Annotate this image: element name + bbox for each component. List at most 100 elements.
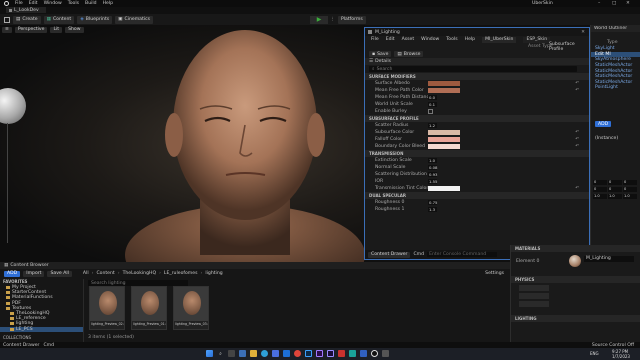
explorer-icon[interactable] — [250, 350, 257, 357]
property-value-field[interactable]: 0.93 — [428, 172, 437, 177]
menu-edit[interactable]: Edit — [29, 1, 38, 6]
cb-add-button[interactable]: ADD — [4, 270, 21, 277]
property-checkbox[interactable] — [428, 109, 433, 114]
reset-icon[interactable]: ↶ — [575, 88, 579, 93]
reset-icon[interactable]: ↶ — [575, 137, 579, 142]
details-section-header[interactable]: DUAL SPECULAR — [365, 192, 589, 199]
asset-thumbnail[interactable]: lighting_Preview_01.uasset — [131, 286, 167, 330]
cb-import-button[interactable]: Import — [23, 270, 45, 277]
create-button[interactable]: ▤ Create — [13, 15, 41, 24]
cb-save-all-button[interactable]: Save All — [47, 270, 72, 277]
chrome-icon[interactable] — [294, 350, 301, 357]
editor-menu-help[interactable]: Help — [465, 37, 475, 42]
lighting-section[interactable]: LIGHTING — [511, 315, 640, 322]
color-swatch[interactable] — [428, 186, 460, 191]
add-component-button[interactable]: ADD — [595, 121, 612, 127]
start-icon[interactable] — [206, 350, 213, 357]
folder-item[interactable]: LE_PCS — [0, 326, 83, 332]
transform-field[interactable]: 0 — [593, 180, 607, 185]
status-content-drawer[interactable]: Content Drawer — [3, 343, 39, 348]
asset-thumbnail[interactable]: lighting_Preview_03.uasset — [173, 286, 209, 330]
property-value-field[interactable]: 1.3 — [428, 207, 437, 212]
reset-icon[interactable]: ↶ — [575, 130, 579, 135]
editor-menu-tools[interactable]: Tools — [446, 37, 457, 42]
menu-window[interactable]: Window — [44, 1, 62, 6]
menu-tools[interactable]: Tools — [68, 1, 79, 6]
transform-field[interactable]: 0 — [623, 180, 637, 185]
status-cmd[interactable]: Cmd — [43, 343, 54, 348]
transform-field[interactable]: 1.0 — [623, 194, 637, 199]
asset-thumbnail[interactable]: lighting_Preview_02.uasset — [89, 286, 125, 330]
breadcrumb-item[interactable]: LE_ruleofomes — [164, 271, 198, 276]
color-swatch[interactable] — [428, 88, 460, 93]
editor-save-button[interactable]: ▪ Save — [369, 51, 392, 57]
premiere-icon[interactable] — [316, 350, 323, 357]
editor-tab-2[interactable]: ESP_Skin — [523, 36, 551, 43]
play-options-icon[interactable]: ⋮ — [330, 17, 335, 22]
editor-cmd-label[interactable]: Cmd — [413, 252, 424, 257]
color-swatch[interactable] — [428, 130, 460, 135]
widgets-icon[interactable] — [239, 350, 246, 357]
status-source-control[interactable]: Source Control Off — [592, 343, 634, 348]
blueprints-button[interactable]: ◈ Blueprints — [77, 15, 113, 24]
details-section-header[interactable]: SUBSURFACE PROFILE — [365, 115, 589, 122]
property-value-field[interactable]: 0.1 — [428, 102, 437, 107]
editor-menu-window[interactable]: Window — [421, 37, 439, 42]
content-browser-tab[interactable]: ▦ Content Browser — [0, 262, 510, 269]
color-swatch[interactable] — [428, 137, 460, 142]
component-instance[interactable]: (Instance) — [591, 136, 640, 142]
photoshop-icon[interactable] — [305, 350, 312, 357]
property-value-field[interactable]: 1.0 — [428, 158, 437, 163]
editor-close-icon[interactable]: ✕ — [581, 30, 585, 35]
property-value-field[interactable]: 1.2 — [428, 123, 437, 128]
breadcrumb-item[interactable]: All — [83, 271, 89, 276]
breadcrumb-item[interactable]: lighting — [205, 271, 222, 276]
details-tab[interactable]: ☰ Details — [365, 58, 589, 65]
reset-icon[interactable]: ↶ — [575, 186, 579, 191]
task-view-icon[interactable] — [228, 350, 235, 357]
transform-field[interactable]: 1.0 — [608, 194, 622, 199]
color-swatch[interactable] — [428, 81, 460, 86]
editor-menu-edit[interactable]: Edit — [386, 37, 395, 42]
content-button[interactable]: ▦ Content — [43, 15, 75, 24]
transform-field[interactable]: 0 — [623, 187, 637, 192]
details-section-header[interactable]: SURFACE MODIFIERS — [365, 73, 589, 80]
property-value-field[interactable]: 0.75 — [428, 200, 437, 205]
search-taskbar-icon[interactable]: ⌕ — [217, 350, 224, 357]
collections-title[interactable]: COLLECTIONS — [3, 335, 31, 340]
app-icon-blue[interactable] — [360, 350, 367, 357]
play-button[interactable]: ▶ — [310, 15, 328, 24]
transform-field[interactable]: 1.0 — [593, 194, 607, 199]
material-thumbnail[interactable] — [569, 255, 581, 267]
color-swatch[interactable] — [428, 144, 460, 149]
material-dropdown[interactable]: M_Lighting — [584, 256, 634, 262]
details-search-input[interactable]: ⌕ Search — [369, 66, 577, 72]
store-icon[interactable] — [272, 350, 279, 357]
property-value-field[interactable]: 0.08 — [428, 165, 437, 170]
physics-section[interactable]: PHYSICS — [511, 276, 640, 283]
viewport[interactable]: ≡ Perspective Lit Show — [0, 25, 365, 265]
details-section-header[interactable]: TRANSMISSION — [365, 150, 589, 157]
mail-icon[interactable] — [283, 350, 290, 357]
menu-build[interactable]: Build — [85, 1, 97, 6]
menu-file[interactable]: File — [15, 1, 23, 6]
taskbar-language[interactable]: ENG — [590, 351, 599, 356]
platforms-button[interactable]: Platforms — [338, 15, 366, 24]
editor-tab-title[interactable]: M_Lighting — [375, 30, 400, 35]
cb-settings[interactable]: Settings — [485, 271, 504, 276]
close-icon[interactable]: ✕ — [626, 1, 630, 6]
editor-menu-asset[interactable]: Asset — [402, 37, 415, 42]
transform-field[interactable]: 0 — [608, 187, 622, 192]
breadcrumb-item[interactable]: Content — [96, 271, 114, 276]
app-icon-gray[interactable] — [382, 350, 389, 357]
taskbar-date[interactable]: 1/7/2023 — [612, 354, 630, 359]
materials-section[interactable]: MATERIALS — [511, 245, 640, 252]
app-icon-teal[interactable] — [349, 350, 356, 357]
outliner-item[interactable]: PointLight — [591, 85, 640, 91]
edge-icon[interactable] — [261, 350, 268, 357]
editor-browse-button[interactable]: ▤ Browse — [394, 51, 424, 57]
editor-menu-file[interactable]: File — [371, 37, 379, 42]
property-value-field[interactable]: 1.55 — [428, 179, 437, 184]
outliner-tab[interactable]: World Outliner — [591, 25, 640, 32]
transform-field[interactable]: 0 — [608, 180, 622, 185]
